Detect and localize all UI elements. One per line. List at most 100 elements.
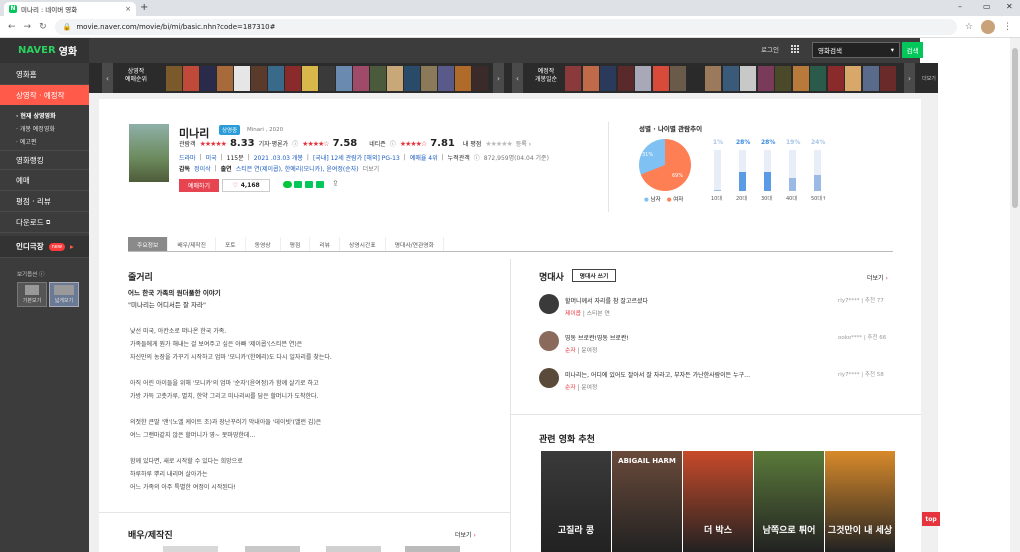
tab-7[interactable]: 명대사/연관영화 [386,237,444,251]
quotes-more-link[interactable]: 더보기 › [867,273,888,282]
my-rating-register-link[interactable]: 등록 › [516,139,531,148]
strip-poster[interactable] [652,66,669,91]
search-button[interactable]: 검색 [902,42,923,58]
window-close-icon[interactable]: ✕ [1006,2,1013,11]
strip-poster[interactable] [319,66,335,91]
related-poster[interactable]: 남쪽으로 튀어 [754,451,824,552]
browser-menu-icon[interactable]: ⋮ [1003,22,1012,32]
tab-0[interactable]: 주요정보 [128,237,169,251]
strip-poster[interactable] [455,66,471,91]
strip-poster[interactable] [687,66,704,91]
cast-photo[interactable] [326,546,381,552]
browser-tab[interactable]: N 미나리 : 네이버 영화 × [4,2,136,16]
strip-poster[interactable] [775,66,791,91]
cast-photo[interactable] [245,546,300,552]
strip-poster[interactable] [565,66,581,91]
tab-2[interactable]: 포토 [216,237,246,251]
nav-indie-theater[interactable]: 인디극장 new ▸ [0,236,89,258]
book-button[interactable]: 예매하기 [179,179,219,192]
nav-booking[interactable]: 예매 [0,171,89,191]
nav-ratings-reviews[interactable]: 평점 · 리뷰 [0,192,89,212]
strip-poster[interactable] [200,66,216,91]
strip-poster[interactable] [472,66,488,91]
tab-4[interactable]: 평점 [281,237,311,251]
tab-1[interactable]: 배우/제작진 [168,237,216,251]
strip-poster[interactable] [582,66,599,91]
nav-sub-now-playing[interactable]: · 현재 상영영화 [16,111,56,120]
my-rating-stars[interactable]: ★★★★★ [485,140,512,148]
quote-avatar[interactable] [539,331,559,351]
share-cafe-icon[interactable] [316,181,324,188]
strip-poster[interactable] [600,66,616,91]
share-band-icon[interactable] [294,181,302,188]
nav-now-upcoming[interactable]: 상영작 · 예정작 [0,85,89,105]
maximize-icon[interactable]: ▭ [983,2,991,11]
minimize-icon[interactable]: – [958,2,962,11]
strip-prev-icon[interactable]: ‹ [102,63,113,93]
strip-poster[interactable] [370,66,386,91]
strip-poster[interactable] [404,66,420,91]
nav-download[interactable]: 다운로드 ⧉ [0,213,89,233]
strip-poster[interactable] [166,66,182,91]
quote-text[interactable]: 미나리는, 어디에 있어도 잘아서 잘 자라고, 부자든 가난한사람이든 누구… [565,370,750,379]
view-wide-button[interactable]: 넓게보기 [49,282,79,307]
strip-poster[interactable] [217,66,233,91]
view-basic-button[interactable]: 기본보기 [17,282,47,307]
movie-poster[interactable] [129,124,169,182]
related-poster[interactable]: 고질라 콩 [541,451,611,552]
strip-poster[interactable] [792,66,809,91]
strip-poster[interactable] [438,66,454,91]
strip-more-button[interactable]: 더보기 [920,63,938,93]
cast-links[interactable]: 스티븐 연(제이콥), 한예리(모니카), 윤여정(순자) [236,164,359,173]
strip-poster[interactable] [336,66,352,91]
strip-poster[interactable] [845,66,861,91]
share-talk-icon[interactable] [283,181,292,188]
credits-more-link[interactable]: 더보기 [363,164,380,173]
tab-close-icon[interactable]: × [125,5,131,13]
genre-link[interactable]: 드라마 [179,153,196,162]
back-icon[interactable]: ← [8,22,16,32]
strip-poster[interactable] [302,66,318,91]
strip-poster[interactable] [757,66,774,91]
release-date[interactable]: 2021 .03.03 개봉 [254,153,303,162]
strip-prev2-icon[interactable]: ‹ [512,63,523,93]
director-link[interactable]: 정이삭 [194,164,211,173]
strip-poster[interactable] [421,66,437,91]
new-tab-button[interactable]: + [140,2,148,13]
url-field[interactable]: 🔒 movie.naver.com/movie/bi/mi/basic.nhn?… [54,18,957,35]
share-blog-icon[interactable] [305,181,313,188]
tab-6[interactable]: 상영시간표 [340,237,386,251]
related-poster[interactable]: 그것만이 내 세상 [825,451,895,552]
country-link[interactable]: 미국 [206,153,217,162]
strip-poster[interactable] [722,66,739,91]
nav-sub-upcoming[interactable]: · 개봉 예정영화 [16,124,55,133]
strip-poster[interactable] [635,66,651,91]
strip-poster[interactable] [880,66,896,91]
nav-sub-trailer[interactable]: · 예고편 [16,137,36,146]
back-to-top-button[interactable]: top [922,512,940,526]
reload-icon[interactable]: ↻ [39,22,47,32]
apps-grid-icon[interactable] [791,45,799,53]
nav-movie-home[interactable]: 영화홈 [0,65,89,85]
strip-poster[interactable] [268,66,284,91]
strip-poster[interactable] [862,66,879,91]
tab-5[interactable]: 리뷰 [310,237,340,251]
reserve-rank[interactable]: 예매율 4위 [410,153,438,162]
strip-next2-icon[interactable]: › [904,63,915,93]
strip-poster[interactable] [705,66,721,91]
cast-photo[interactable] [405,546,460,552]
quote-text[interactable]: 할머니께서 자리를 참 잘고르셨다 [565,296,648,305]
strip-poster[interactable] [670,66,686,91]
forward-icon[interactable]: → [24,22,32,32]
cast-photo[interactable] [163,546,218,552]
profile-avatar[interactable] [981,19,995,34]
strip-poster[interactable] [183,66,199,91]
nav-ranking[interactable]: 영화랭킹 [0,150,89,170]
search-category-select[interactable]: 영화검색 ▾ [812,42,900,58]
strip-poster[interactable] [387,66,403,91]
cast-more-link[interactable]: 더보기 › [455,530,476,539]
related-poster[interactable]: ABIGAIL HARM [612,451,682,552]
related-poster[interactable]: 더 박스 [683,451,753,552]
quote-avatar[interactable] [539,368,559,388]
strip-poster[interactable] [353,66,369,91]
